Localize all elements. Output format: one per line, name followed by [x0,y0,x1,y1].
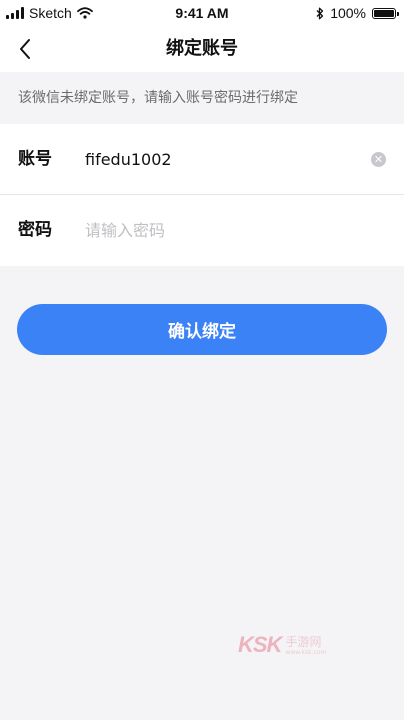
battery-percent: 100% [330,5,366,21]
confirm-bind-button[interactable]: 确认绑定 [17,304,387,355]
account-label: 账号 [18,149,52,169]
bluetooth-icon [316,7,324,19]
clear-icon[interactable]: ✕ [371,152,386,167]
watermark-text: 手游网 [285,634,322,649]
status-right: 100% [316,5,399,21]
password-row: 密码 [0,195,404,266]
chevron-left-icon [20,39,30,59]
back-button[interactable] [10,34,40,64]
page-title: 绑定账号 [166,38,238,59]
watermark-brand: KSK [238,632,282,657]
nav-bar: 绑定账号 [0,26,404,72]
battery-icon [372,7,399,19]
watermark-logo: KSK 手游网 www.ksk.com [238,632,348,658]
watermark-url: www.ksk.com [285,648,327,656]
password-input[interactable] [85,215,355,245]
password-label: 密码 [18,220,52,240]
login-form: 账号 ✕ 密码 [0,124,404,266]
binding-notice: 该微信未绑定账号，请输入账号密码进行绑定 [0,72,404,124]
status-bar: Sketch 9:41 AM 100% [0,0,404,26]
account-row: 账号 ✕ [0,124,404,195]
account-input[interactable] [85,144,355,174]
